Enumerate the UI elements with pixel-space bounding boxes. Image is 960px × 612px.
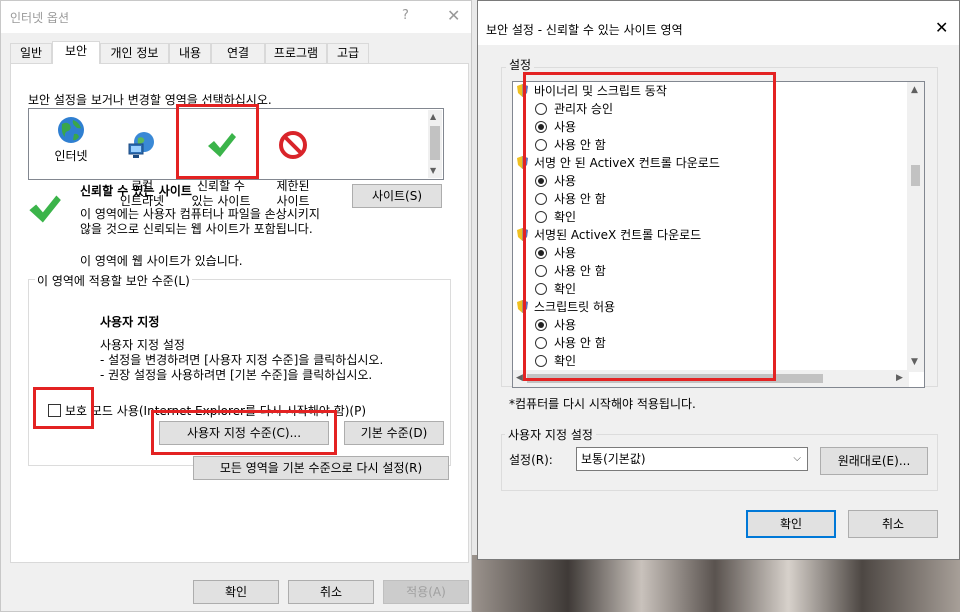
level-title: 사용자 지정 bbox=[100, 315, 160, 329]
default-level-button[interactable]: 기본 수준(D) bbox=[344, 421, 444, 445]
scroll-left-icon[interactable]: ◀ bbox=[516, 373, 523, 383]
apply-button[interactable]: 적용(A) bbox=[383, 580, 469, 604]
zone-label: 인터넷 bbox=[54, 149, 88, 163]
highlight-trusted-zone bbox=[176, 104, 259, 179]
highlight-protected-mode bbox=[33, 387, 94, 429]
dropdown-value: 보통(기본값) bbox=[581, 452, 646, 466]
reset-custom-label: 사용자 지정 설정 bbox=[505, 426, 596, 443]
ok-button[interactable]: 확인 bbox=[193, 580, 279, 604]
scroll-down-icon[interactable]: ▼ bbox=[430, 166, 436, 175]
trusted-checkmark-icon bbox=[29, 195, 61, 223]
level-desc-line3: - 권장 설정을 사용하려면 [기본 수준]을 클릭하십시오. bbox=[100, 368, 373, 382]
tab-security[interactable]: 보안 bbox=[52, 41, 100, 64]
scroll-thumb[interactable] bbox=[911, 165, 920, 186]
highlight-custom-level bbox=[151, 410, 337, 455]
zone-label: 신뢰할 수 있는 사이트 bbox=[191, 179, 251, 208]
tab-programs[interactable]: 프로그램 bbox=[265, 43, 327, 63]
internet-options-window: 인터넷 옵션 ? ✕ 일반 보안 개인 정보 내용 연결 프로그램 고급 보안 … bbox=[0, 0, 472, 612]
vertical-scrollbar[interactable]: ▲ ▼ bbox=[907, 82, 924, 372]
zone-title: 신뢰할 수 있는 사이트 bbox=[80, 184, 192, 198]
zone-label: 제한된 사이트 bbox=[276, 179, 310, 208]
tab-connections[interactable]: 연결 bbox=[211, 43, 265, 63]
reset-to-dropdown[interactable]: 보통(기본값) ⌵ bbox=[576, 447, 808, 471]
zone-list-scrollbar[interactable]: ▲ ▼ bbox=[428, 110, 442, 178]
settings-label: 설정 bbox=[506, 56, 535, 73]
globe-icon bbox=[58, 117, 84, 143]
highlight-settings-list bbox=[523, 72, 776, 381]
reset-to-label: 설정(R): bbox=[509, 453, 553, 467]
scroll-up-icon[interactable]: ▲ bbox=[911, 85, 918, 95]
chevron-down-icon: ⌵ bbox=[793, 453, 801, 464]
title-bar: 보안 설정 - 신뢰할 수 있는 사이트 영역 ✕ bbox=[478, 1, 959, 45]
reset-button[interactable]: 원래대로(E)... bbox=[820, 447, 928, 475]
intranet-globe-icon bbox=[128, 132, 154, 158]
cancel-button[interactable]: 취소 bbox=[848, 510, 938, 538]
window-title: 인터넷 옵션 bbox=[10, 11, 70, 25]
tab-content[interactable]: 내용 bbox=[169, 43, 211, 63]
zone-description-line2: 않을 것으로 신뢰되는 웹 사이트가 포함됩니다. bbox=[80, 222, 313, 236]
tab-general[interactable]: 일반 bbox=[10, 43, 52, 63]
scroll-up-icon[interactable]: ▲ bbox=[430, 112, 436, 121]
background-photo bbox=[470, 555, 960, 612]
close-button[interactable]: ✕ bbox=[447, 6, 460, 25]
scroll-down-icon[interactable]: ▼ bbox=[911, 357, 918, 367]
tab-privacy[interactable]: 개인 정보 bbox=[100, 43, 169, 63]
cancel-button[interactable]: 취소 bbox=[288, 580, 374, 604]
help-button[interactable]: ? bbox=[402, 8, 409, 23]
restart-note: *컴퓨터를 다시 시작해야 적용됩니다. bbox=[509, 397, 696, 411]
scroll-right-icon[interactable]: ▶ bbox=[896, 373, 903, 383]
restricted-icon bbox=[279, 131, 307, 159]
zone-internet[interactable]: 인터넷 bbox=[31, 113, 111, 164]
scroll-thumb[interactable] bbox=[430, 126, 440, 160]
reset-all-zones-button[interactable]: 모든 영역을 기본 수준으로 다시 설정(R) bbox=[193, 456, 449, 480]
zone-has-sites-text: 이 영역에 웹 사이트가 있습니다. bbox=[80, 254, 243, 268]
title-bar: 인터넷 옵션 ? ✕ bbox=[1, 1, 471, 33]
security-level-label: 이 영역에 적용할 보안 수준(L) bbox=[35, 272, 192, 289]
close-button[interactable]: ✕ bbox=[935, 18, 948, 37]
sites-button[interactable]: 사이트(S) bbox=[352, 184, 442, 208]
window-title: 보안 설정 - 신뢰할 수 있는 사이트 영역 bbox=[486, 23, 683, 37]
ok-button[interactable]: 확인 bbox=[746, 510, 836, 538]
zone-restricted-sites[interactable]: 제한된 사이트 bbox=[253, 113, 333, 209]
tab-advanced[interactable]: 고급 bbox=[327, 43, 369, 63]
